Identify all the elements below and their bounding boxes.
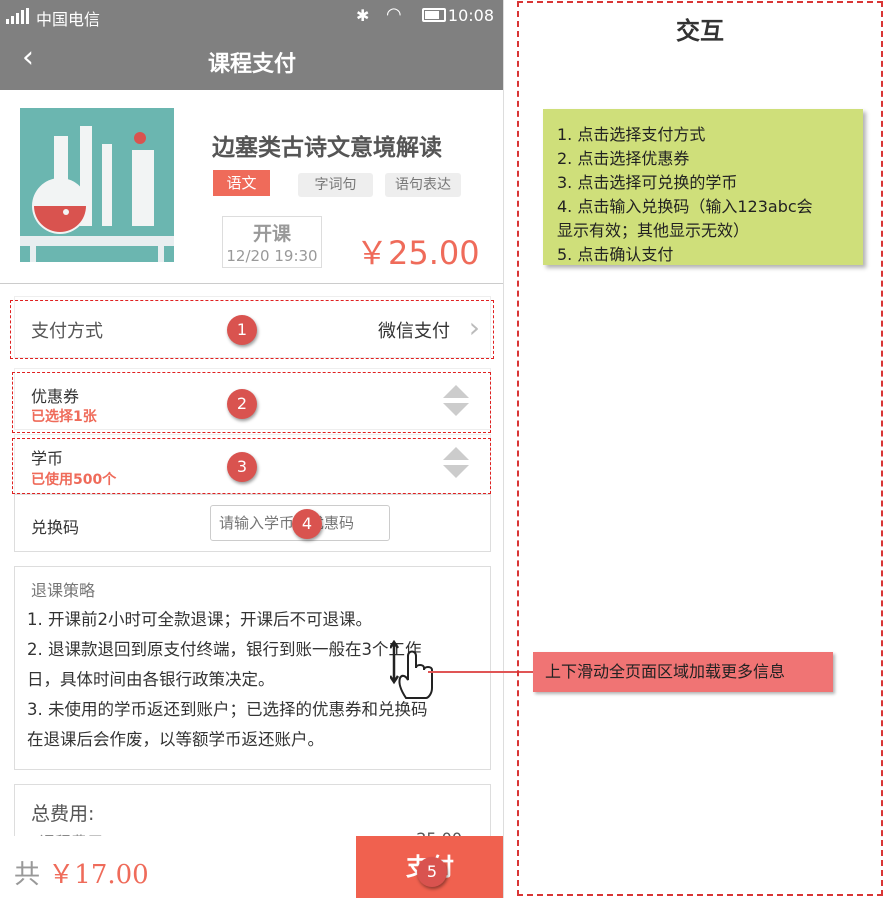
start-label: 开课 — [252, 223, 291, 245]
policy-line: 1. 开课前2小时可全款退课；开课后不可退课。 — [27, 610, 372, 629]
course-summary: 边塞类古诗文意境解读 语文 字词句 语句表达 开课 12/20 19:30 ￥2… — [0, 90, 503, 284]
marker-badge: 2 — [227, 389, 257, 419]
marker-badge: 4 — [292, 509, 322, 539]
interaction-notes: 1. 点击选择支付方式 2. 点击选择优惠券 3. 点击选择可兑换的学币 4. … — [543, 109, 863, 265]
redeem-label: 兑换码 — [31, 518, 80, 537]
annotation-title: 交互 — [676, 17, 724, 45]
carrier-name: 中国电信 — [36, 10, 101, 29]
total-amount: ￥17.00 — [48, 860, 149, 890]
battery-icon — [422, 8, 446, 22]
clock: 10:08 — [447, 6, 494, 25]
start-time-box: 开课 12/20 19:30 — [222, 216, 322, 268]
start-time: 12/20 19:30 — [226, 247, 318, 265]
note-line: 4. 点击输入兑换码（输入123abc会 — [557, 197, 813, 216]
topic-tag: 字词句 — [298, 173, 373, 197]
page-title: 课程支付 — [207, 52, 296, 77]
marker-badge: 5 — [417, 857, 447, 887]
note-line: 5. 点击确认支付 — [557, 245, 674, 264]
note-line: 3. 点击选择可兑换的学币 — [557, 173, 738, 192]
hand-scroll-cursor-icon — [390, 640, 433, 699]
redeem-row: 兑换码 — [14, 494, 491, 552]
signal-icon — [6, 8, 30, 24]
fees-title: 总费用: — [31, 803, 95, 825]
policy-line: 3. 未使用的学币返还到账户；已选择的优惠券和兑换码 — [27, 700, 428, 719]
subject-tag: 语文 — [213, 170, 270, 196]
phone-screen[interactable]: 中国电信 ✱ ◠ 10:08 ‹ 课程支付 边塞类古诗文意境解读 语文 字词句 … — [0, 0, 504, 898]
course-title: 边塞类古诗文意境解读 — [212, 135, 442, 161]
policy-line: 2. 退课款退回到原支付终端，银行到账一般在3个工作 — [27, 640, 422, 659]
scroll-callout: 上下滑动全页面区域加载更多信息 — [533, 652, 833, 692]
marker-badge: 1 — [227, 315, 257, 345]
bluetooth-icon: ✱ — [356, 6, 370, 25]
nav-bar: ‹ 课程支付 — [0, 32, 503, 90]
lab-flask-illustration — [20, 108, 174, 262]
total-label: 共 ￥17.00 — [14, 854, 149, 891]
policy-line: 日，具体时间由各银行政策决定。 — [27, 670, 275, 689]
status-bar: 中国电信 ✱ ◠ 10:08 — [0, 0, 503, 32]
note-line: 1. 点击选择支付方式 — [557, 125, 706, 144]
annotation-panel: 交互 1. 点击选择支付方式 2. 点击选择优惠券 3. 点击选择可兑换的学币 … — [517, 1, 883, 896]
policy-line: 在退课后会作废，以等额学币返还账户。 — [27, 730, 324, 749]
note-line: 显示有效；其他显示无效） — [557, 221, 750, 240]
marker-badge: 3 — [227, 452, 257, 482]
total-prefix: 共 — [14, 860, 41, 890]
refund-policy-title: 退课策略 — [31, 581, 96, 600]
course-thumbnail — [20, 108, 174, 262]
wifi-icon: ◠ — [386, 4, 402, 25]
topic-tag: 语句表达 — [385, 173, 461, 197]
course-price: ￥25.00 — [356, 234, 480, 272]
note-line: 2. 点击选择优惠券 — [557, 149, 690, 168]
